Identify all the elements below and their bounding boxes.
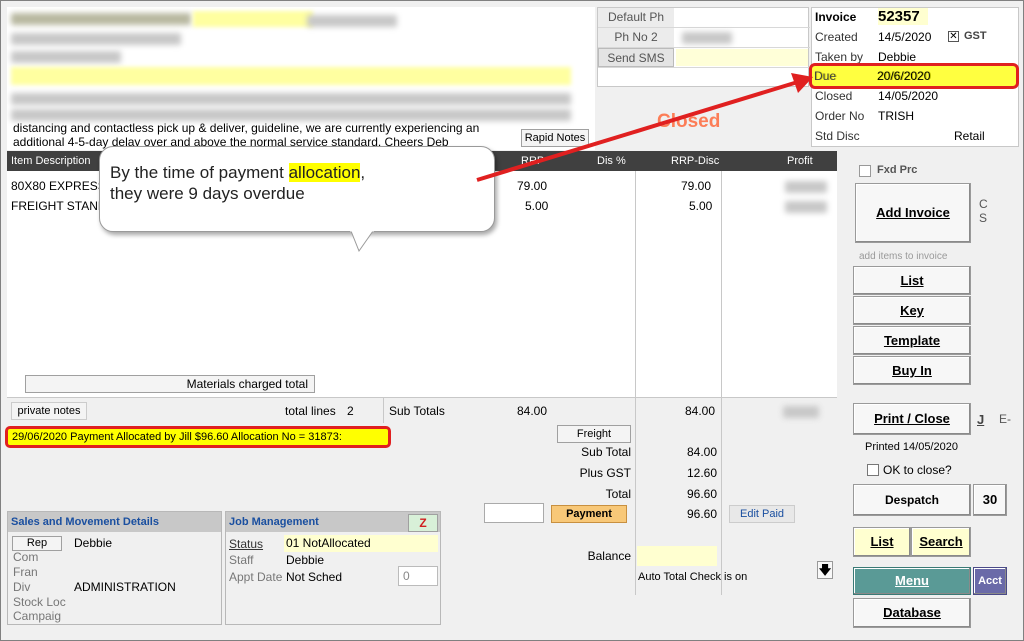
callout-tail bbox=[350, 230, 374, 253]
annotation-arrow bbox=[476, 79, 802, 182]
invoice-window: distancing and contactless pick up & del… bbox=[0, 0, 1024, 641]
callout-overlay bbox=[350, 73, 813, 253]
